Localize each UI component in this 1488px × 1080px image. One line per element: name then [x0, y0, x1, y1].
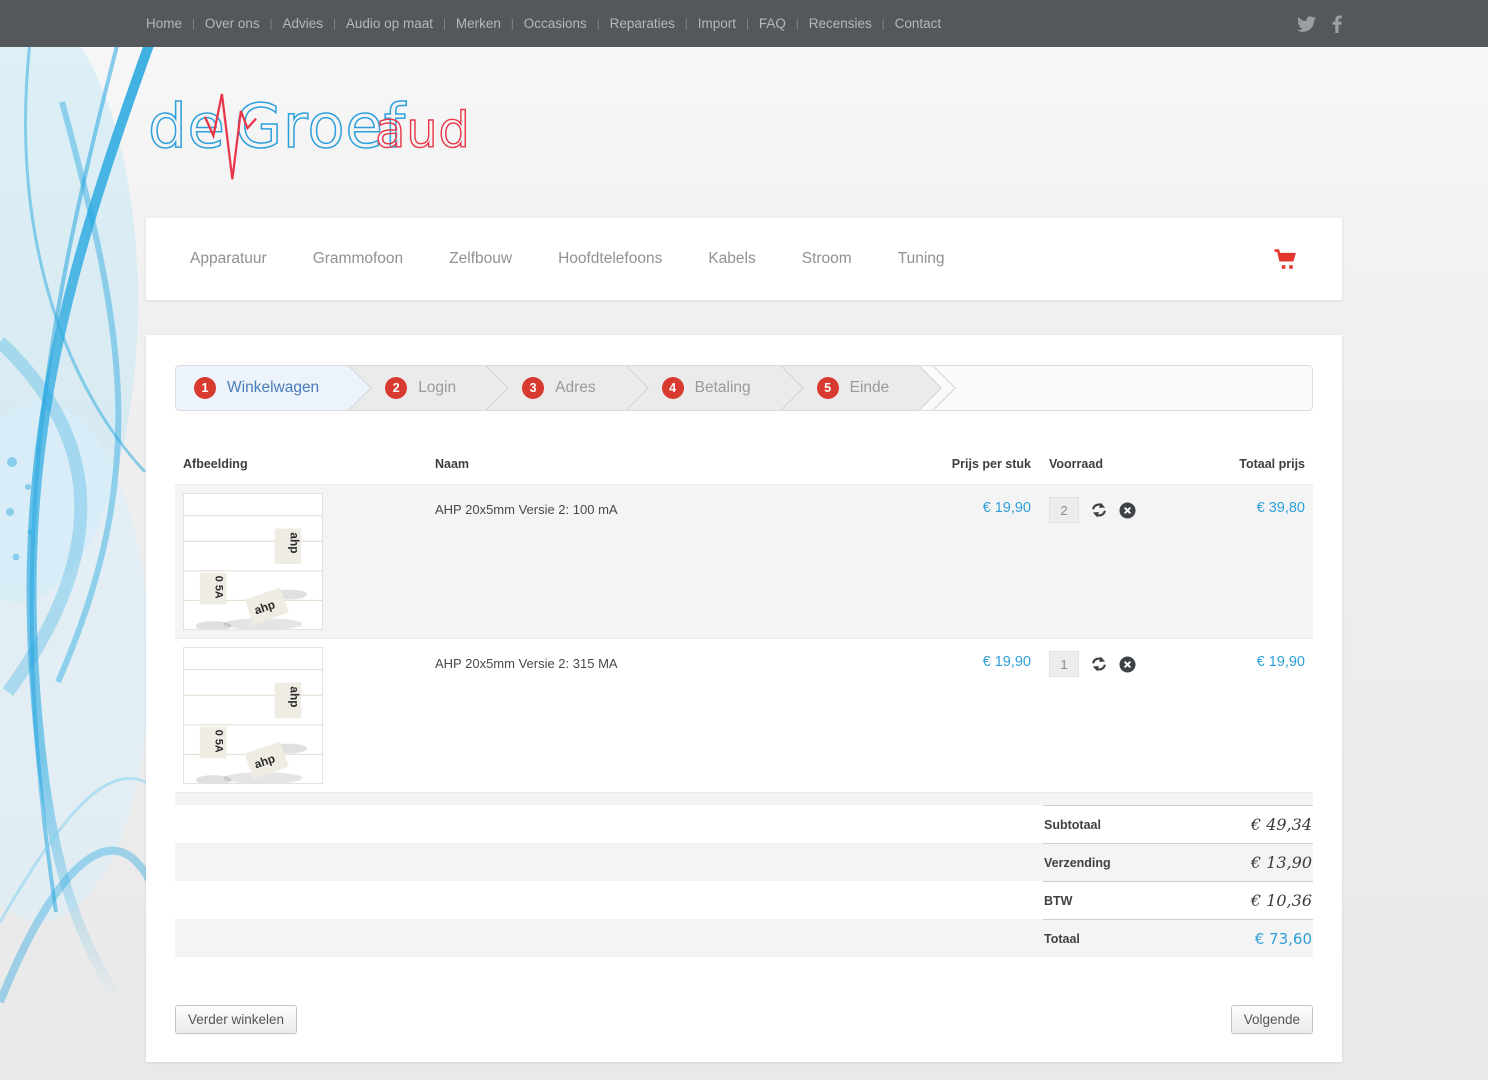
product-image[interactable] [183, 493, 323, 630]
topnav-item-merken[interactable]: Merken [456, 16, 501, 31]
separator [192, 18, 195, 30]
separator [746, 18, 749, 30]
twitter-icon[interactable] [1297, 16, 1316, 32]
mainnav-item-stroom[interactable]: Stroom [802, 250, 852, 268]
top-navigation: Home Over ons Advies Audio op maat Merke… [146, 16, 951, 31]
logo-text-audio: audio [375, 101, 470, 159]
product-name: AHP 20x5mm Versie 2: 100 mA [435, 493, 875, 517]
step-label: Einde [850, 379, 890, 397]
product-image[interactable] [183, 647, 323, 784]
unit-price: € 19,90 [875, 493, 1031, 516]
mainnav-item-grammofoon[interactable]: Grammofoon [313, 250, 403, 268]
summary-label: BTW [1044, 894, 1072, 908]
step-number-badge: 2 [385, 377, 407, 399]
summary-value: € 10,36 [1251, 891, 1312, 910]
topnav-item-home[interactable]: Home [146, 16, 182, 31]
facebook-icon[interactable] [1332, 15, 1342, 33]
mainnav-item-hoofdtelefoons[interactable]: Hoofdtelefoons [558, 250, 662, 268]
topnav-item-import[interactable]: Import [698, 16, 736, 31]
topnav-item-reparaties[interactable]: Reparaties [610, 16, 675, 31]
summary-value: € 49,34 [1251, 815, 1312, 834]
separator [685, 18, 688, 30]
step-number-badge: 4 [662, 377, 684, 399]
summary-label: Subtotaal [1044, 818, 1101, 832]
separator [270, 18, 273, 30]
line-total: € 19,90 [1211, 647, 1305, 670]
step-number-badge: 1 [194, 377, 216, 399]
checkout-panel: 1 Winkelwagen 2 Login 3 Adres 4 Betaling… [146, 335, 1342, 1062]
step-label: Login [418, 379, 456, 397]
summary-row-verzending: Verzending € 13,90 [175, 843, 1313, 881]
topnav-item-occasions[interactable]: Occasions [524, 16, 587, 31]
cart-row: AHP 20x5mm Versie 2: 315 MA € 19,90 [175, 638, 1313, 792]
topnav-item-over-ons[interactable]: Over ons [205, 16, 260, 31]
summary-spacer [175, 792, 1313, 805]
site-logo[interactable]: de Groef audio [148, 77, 470, 183]
summary-label: Totaal [1044, 932, 1080, 946]
step-label: Betaling [695, 379, 751, 397]
header-voorraad: Voorraad [1031, 457, 1211, 471]
quantity-input[interactable] [1049, 651, 1079, 677]
header-prijs-per-stuk: Prijs per stuk [875, 457, 1031, 471]
next-step-button[interactable]: Volgende [1231, 1005, 1313, 1034]
mainnav-item-tuning[interactable]: Tuning [898, 250, 945, 268]
delete-icon[interactable] [1119, 502, 1136, 519]
mainnav-item-apparatuur[interactable]: Apparatuur [190, 250, 267, 268]
separator [443, 18, 446, 30]
separator [333, 18, 336, 30]
topnav-item-faq[interactable]: FAQ [759, 16, 786, 31]
unit-price: € 19,90 [875, 647, 1031, 670]
step-number-badge: 3 [522, 377, 544, 399]
topnav-item-advies[interactable]: Advies [283, 16, 324, 31]
separator [511, 18, 514, 30]
header-naam: Naam [435, 457, 875, 471]
product-name: AHP 20x5mm Versie 2: 315 MA [435, 647, 875, 671]
header-totaal-prijs: Totaal prijs [1211, 457, 1305, 471]
summary-total-value: € 73,60 [1255, 930, 1312, 948]
refresh-icon[interactable] [1090, 501, 1108, 519]
topnav-item-recensies[interactable]: Recensies [809, 16, 872, 31]
site-header: de Groef audio [146, 47, 1342, 218]
main-navigation-bar: Apparatuur Grammofoon Zelfbouw Hoofdtele… [146, 218, 1342, 300]
separator [882, 18, 885, 30]
mainnav-item-zelfbouw[interactable]: Zelfbouw [449, 250, 512, 268]
header-afbeelding: Afbeelding [183, 457, 435, 471]
cart-icon[interactable] [1273, 248, 1298, 271]
topnav-item-contact[interactable]: Contact [895, 16, 942, 31]
topnav-item-audio-op-maat[interactable]: Audio op maat [346, 16, 433, 31]
quantity-input[interactable] [1049, 497, 1079, 523]
summary-row-totaal: Totaal € 73,60 [175, 919, 1313, 957]
checkout-steps: 1 Winkelwagen 2 Login 3 Adres 4 Betaling… [175, 365, 1313, 411]
line-total: € 39,80 [1211, 493, 1305, 516]
summary-row-subtotaal: Subtotaal € 49,34 [175, 805, 1313, 843]
step-betaling[interactable]: 4 Betaling [626, 366, 781, 410]
summary-value: € 13,90 [1251, 853, 1312, 872]
cart-table-header: Afbeelding Naam Prijs per stuk Voorraad … [175, 447, 1313, 484]
summary-label: Verzending [1044, 856, 1111, 870]
summary-row-btw: BTW € 10,36 [175, 881, 1313, 919]
delete-icon[interactable] [1119, 656, 1136, 673]
mainnav-item-kabels[interactable]: Kabels [708, 250, 755, 268]
separator [597, 18, 600, 30]
continue-shopping-button[interactable]: Verder winkelen [175, 1005, 297, 1034]
cart-row: AHP 20x5mm Versie 2: 100 mA € 19,90 [175, 484, 1313, 638]
step-winkelwagen[interactable]: 1 Winkelwagen [176, 366, 349, 410]
top-utility-bar: Home Over ons Advies Audio op maat Merke… [0, 0, 1488, 47]
step-label: Winkelwagen [227, 379, 319, 397]
step-label: Adres [555, 379, 596, 397]
step-number-badge: 5 [817, 377, 839, 399]
refresh-icon[interactable] [1090, 655, 1108, 673]
separator [796, 18, 799, 30]
